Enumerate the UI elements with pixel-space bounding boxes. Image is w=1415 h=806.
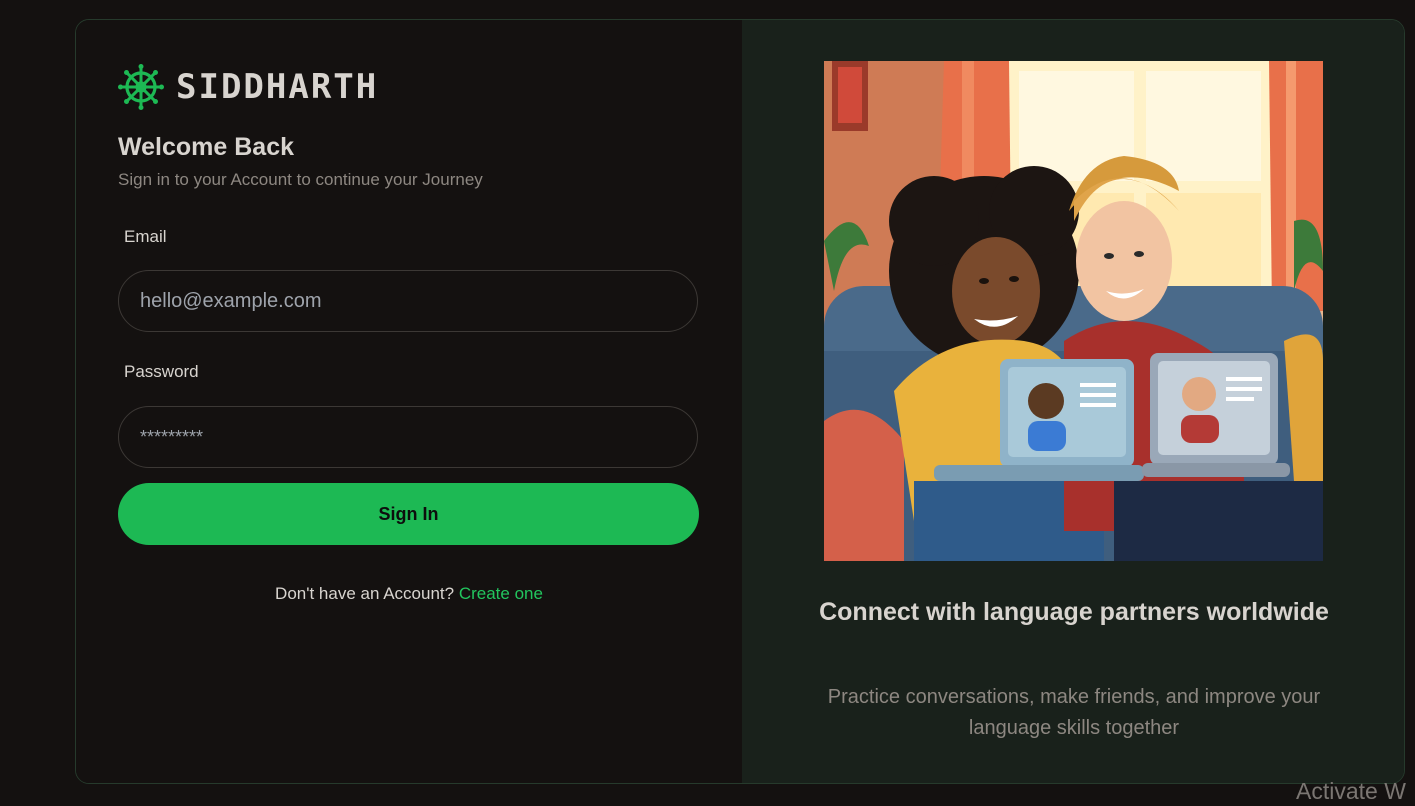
login-card: SIDDHARTH Welcome Back Sign in to your A… — [75, 19, 1405, 784]
promo-description: Practice conversations, make friends, an… — [827, 686, 1321, 739]
brand-name: SIDDHARTH — [176, 67, 379, 107]
password-value: ********* — [140, 426, 204, 447]
promo-panel: Connect with language partners worldwide… — [742, 20, 1404, 783]
sign-in-button[interactable]: Sign In — [118, 483, 699, 545]
password-label: Password — [124, 362, 199, 381]
create-account-link[interactable]: Create one — [459, 584, 543, 603]
os-activation-watermark: Activate W — [1296, 778, 1406, 804]
password-field[interactable]: ********* — [118, 406, 698, 468]
page-subtitle: Sign in to your Account to continue your… — [118, 170, 483, 189]
login-panel: SIDDHARTH Welcome Back Sign in to your A… — [76, 20, 742, 783]
signup-prompt-text: Don't have an Account? — [275, 584, 455, 603]
email-value: hello@example.com — [140, 289, 322, 312]
brand-logo[interactable]: SIDDHARTH — [118, 64, 378, 110]
email-field[interactable]: hello@example.com — [118, 270, 698, 332]
illustration-friends-video-chat — [824, 61, 1323, 561]
dharma-wheel-icon — [118, 64, 164, 110]
signup-prompt: Don't have an Account? Create one — [76, 584, 742, 604]
email-label: Email — [124, 227, 167, 246]
promo-title: Connect with language partners worldwide — [819, 598, 1329, 626]
page-title: Welcome Back — [118, 133, 295, 161]
